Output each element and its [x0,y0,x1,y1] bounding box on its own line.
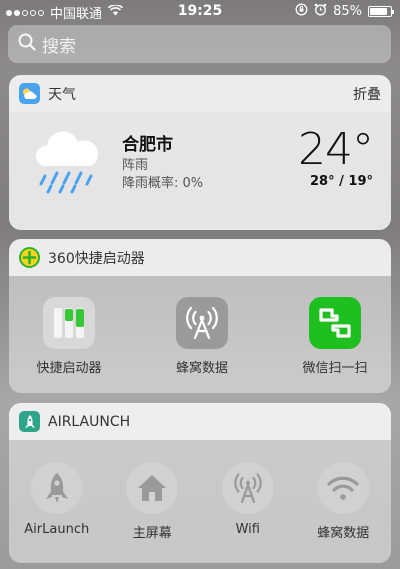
app-wifi[interactable]: Wifi [200,462,296,541]
antenna-icon [221,462,274,514]
weather-condition: 阵雨 [122,158,149,173]
app-shortcut-launcher[interactable]: 快捷启动器 [21,297,117,376]
launcher-360-app-icon [19,247,40,268]
app-home-screen[interactable]: 主屏幕 [105,462,201,541]
app-label: Wifi [235,522,260,537]
launcher-360-header: 360快捷启动器 [9,239,391,276]
app-label: 主屏幕 [132,526,172,541]
app-label: 蜂窝数据 [175,361,228,376]
airlaunch-apps: AirLaunch 主屏幕 Wifi 蜂窝数据 [9,440,391,541]
rocket-icon [30,462,83,514]
status-bar: 中国联通 19:25 85% [0,0,400,22]
battery-icon [368,6,394,17]
app-airlaunch[interactable]: AirLaunch [9,462,105,541]
app-cellular-data-air[interactable]: 蜂窝数据 [296,462,392,541]
app-label: 蜂窝数据 [317,526,370,541]
current-temperature: 24° [298,124,374,175]
collapse-button[interactable]: 折叠 [353,84,381,104]
launcher-360-title: 360快捷启动器 [48,250,145,267]
app-label: 微信扫一扫 [302,361,368,376]
search-bar[interactable]: 搜索 [8,25,391,63]
home-icon [126,462,179,514]
airlaunch-header: AIRLAUNCH [9,403,391,440]
rain-probability: 降雨概率: 0% [122,176,204,191]
search-placeholder: 搜索 [42,36,76,57]
rain-cloud-icon [33,126,103,198]
weather-widget-header: 天气 折叠 [9,75,391,112]
city-name: 合肥市 [122,135,173,155]
wechat-scan-icon [309,297,361,349]
launcher-sliders-icon [43,297,95,349]
app-cellular-data[interactable]: 蜂窝数据 [154,297,250,376]
rotation-lock-icon [295,3,308,20]
weather-widget-title: 天气 [48,86,76,103]
app-wechat-scan[interactable]: 微信扫一扫 [287,297,383,376]
app-label: AirLaunch [24,522,90,537]
launcher-360-widget: 360快捷启动器 快捷启动器 蜂窝数据 微信扫一扫 [9,239,391,393]
airlaunch-title: AIRLAUNCH [48,413,131,430]
weather-body: 合肥市 阵雨 降雨概率: 0% 24° 28° / 19° [9,112,391,230]
search-icon [18,33,36,56]
weather-app-icon [19,83,40,104]
weather-widget[interactable]: 天气 折叠 合肥市 阵雨 降雨概率: 0% 24° 28° / 19° [9,75,391,230]
high-low-temperature: 28° / 19° [310,174,373,189]
airlaunch-widget: AIRLAUNCH AirLaunch 主屏幕 Wifi 蜂窝数据 [9,403,391,563]
app-label: 快捷启动器 [36,361,102,376]
battery-percent: 85% [333,4,362,19]
launcher-360-apps: 快捷启动器 蜂窝数据 微信扫一扫 [9,276,391,376]
alarm-icon [314,3,327,20]
airlaunch-app-icon [19,411,40,432]
cellular-antenna-icon [176,297,228,349]
wifi-signal-icon [317,462,370,514]
status-right: 85% [295,3,394,20]
